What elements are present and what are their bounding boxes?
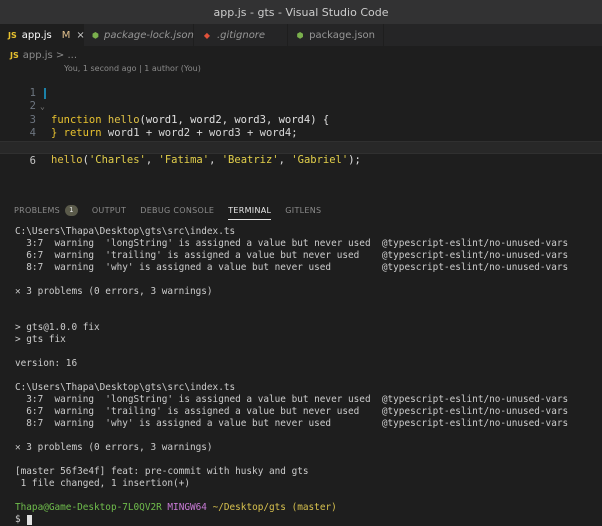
terminal-line: version: 16: [15, 358, 78, 369]
git-modified-gutter: [44, 87, 46, 99]
tab-problems[interactable]: PROBLEMS 1: [14, 197, 78, 223]
prompt-shell: MINGW64: [167, 502, 207, 513]
code-line-3: 3 }: [0, 100, 602, 140]
prompt-symbol: $: [15, 514, 21, 525]
tab-terminal[interactable]: TERMINAL: [228, 197, 272, 223]
terminal-line: ✕ 3 problems (0 errors, 3 warnings): [15, 286, 213, 297]
tab-output[interactable]: OUTPUT: [92, 197, 126, 223]
terminal-line: C:\Users\Thapa\Desktop\gts\src\index.ts: [15, 226, 236, 237]
javascript-file-icon: JS: [10, 50, 19, 60]
javascript-file-icon: JS: [8, 30, 17, 40]
terminal-line: 3:7 warning 'longString' is assigned a v…: [15, 394, 569, 405]
code-line-1: 1 ⌄ function hello(word1, word2, word3, …: [0, 73, 602, 126]
code-line-4: 4: [0, 114, 602, 139]
tab-package-lock-json[interactable]: ⬢ package-lock.json: [84, 24, 194, 46]
terminal-line: > gts fix: [15, 334, 66, 345]
panel-tabs: PROBLEMS 1 OUTPUT DEBUG CONSOLE TERMINAL …: [0, 197, 602, 223]
terminal-output[interactable]: C:\Users\Thapa\Desktop\gts\src\index.ts …: [15, 226, 602, 526]
terminal-cursor: [26, 514, 32, 525]
tab-package-json[interactable]: ⬢ package.json: [288, 24, 384, 46]
git-icon: ◆: [203, 30, 211, 40]
terminal-line: > gts@1.0.0 fix: [15, 322, 100, 333]
tab-gitignore[interactable]: ◆ .gitignore: [194, 24, 288, 46]
prompt-user: Thapa@Game-Desktop-7L0QV2R: [15, 502, 162, 513]
editor-tabs: JS app.js M × ⬢ package-lock.json ◆ .git…: [0, 24, 602, 46]
terminal-line: C:\Users\Thapa\Desktop\gts\src\index.ts: [15, 382, 236, 393]
npm-package-icon: ⬢: [92, 30, 99, 40]
terminal-line: ✕ 3 problems (0 errors, 3 warnings): [15, 442, 213, 453]
prompt-path: ~/Desktop/gts (master): [212, 502, 337, 513]
problems-count-badge: 1: [65, 204, 78, 216]
window-title: app.js - gts - Visual Studio Code: [0, 0, 602, 24]
terminal-line: 6:7 warning 'trailing' is assigned a val…: [15, 406, 569, 417]
terminal-lines: C:\Users\Thapa\Desktop\gts\src\index.ts …: [15, 226, 602, 502]
terminal-line: 8:7 warning 'why' is assigned a value bu…: [15, 262, 569, 273]
tab-label: package-lock.json: [103, 29, 194, 41]
breadcrumb[interactable]: JS app.js > ...: [0, 47, 77, 63]
tab-gitlens[interactable]: GITLENS: [285, 197, 321, 223]
tab-debug-console[interactable]: DEBUG CONSOLE: [140, 197, 214, 223]
code-line-5: 5 hello('Charles', 'Fatima', 'Beatriz', …: [0, 127, 602, 167]
npm-package-icon: ⬢: [296, 30, 304, 40]
terminal-prompt-info: Thapa@Game-Desktop-7L0QV2R MINGW64 ~/Des…: [15, 502, 602, 514]
function-call: hello: [51, 154, 83, 166]
terminal-prompt[interactable]: $: [15, 514, 602, 526]
breadcrumb-text: app.js > ...: [22, 49, 78, 61]
tab-label: .gitignore: [217, 29, 266, 41]
terminal-line: 8:7 warning 'why' is assigned a value bu…: [15, 418, 569, 429]
terminal-line: 6:7 warning 'trailing' is assigned a val…: [15, 250, 569, 261]
terminal-line: 1 file changed, 1 insertion(+): [15, 478, 190, 489]
terminal-line: [master 56f3e4f] feat: pre-commit with h…: [15, 466, 309, 477]
line-number: 6: [29, 155, 36, 167]
tab-app-js[interactable]: JS app.js M ×: [0, 24, 85, 46]
code-line-2: 2 return word1 + word2 + word3 + word4;: [0, 87, 602, 139]
tab-label: package.json: [309, 29, 375, 41]
terminal-line: 3:7 warning 'longString' is assigned a v…: [15, 238, 569, 249]
tab-label: app.js: [21, 29, 52, 41]
git-blame-annotation[interactable]: You, 1 second ago | 1 author (You): [64, 64, 201, 73]
code-editor[interactable]: 1 ⌄ function hello(word1, word2, word3, …: [0, 73, 602, 167]
code-line-6: 6: [0, 140, 602, 167]
modified-indicator: M: [61, 29, 71, 41]
